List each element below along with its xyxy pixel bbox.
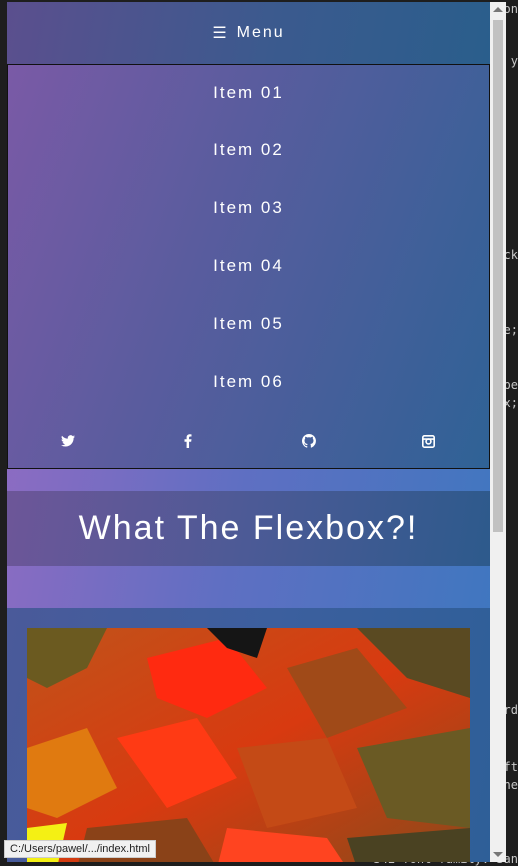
landscape-image <box>27 628 470 862</box>
twitter-icon[interactable] <box>58 431 78 451</box>
menu-label: Menu <box>236 24 285 41</box>
menu-item-04[interactable]: Item 04 <box>8 237 489 295</box>
editor-line: y <box>510 54 518 68</box>
hero-title: What The Flexbox?! <box>7 491 490 566</box>
divider-band <box>7 566 490 608</box>
menu-item-02[interactable]: Item 02 <box>8 121 489 179</box>
scroll-down-arrow-icon[interactable] <box>493 852 503 857</box>
hamburger-icon: ☰ <box>212 25 229 42</box>
facebook-icon[interactable] <box>178 431 198 451</box>
menu-item-05[interactable]: Item 05 <box>8 295 489 353</box>
menu-item-01[interactable]: Item 01 <box>8 65 489 121</box>
page-viewport: ☰ Menu Item 01 Item 02 Item 03 Item 04 I… <box>7 2 490 862</box>
menu-toggle-button[interactable]: ☰ Menu <box>7 2 490 64</box>
content-section <box>7 608 490 862</box>
social-links <box>8 411 489 471</box>
status-url: C:/Users/pawel/.../index.html <box>4 840 156 858</box>
menu-item-03[interactable]: Item 03 <box>8 179 489 237</box>
scrollbar-thumb[interactable] <box>493 20 503 532</box>
scroll-up-arrow-icon[interactable] <box>493 7 503 12</box>
instagram-icon[interactable] <box>419 431 439 451</box>
github-icon[interactable] <box>299 431 319 451</box>
menu-panel: Item 01 Item 02 Item 03 Item 04 Item 05 … <box>7 64 490 469</box>
vertical-scrollbar[interactable] <box>490 2 506 862</box>
menu-item-06[interactable]: Item 06 <box>8 353 489 411</box>
